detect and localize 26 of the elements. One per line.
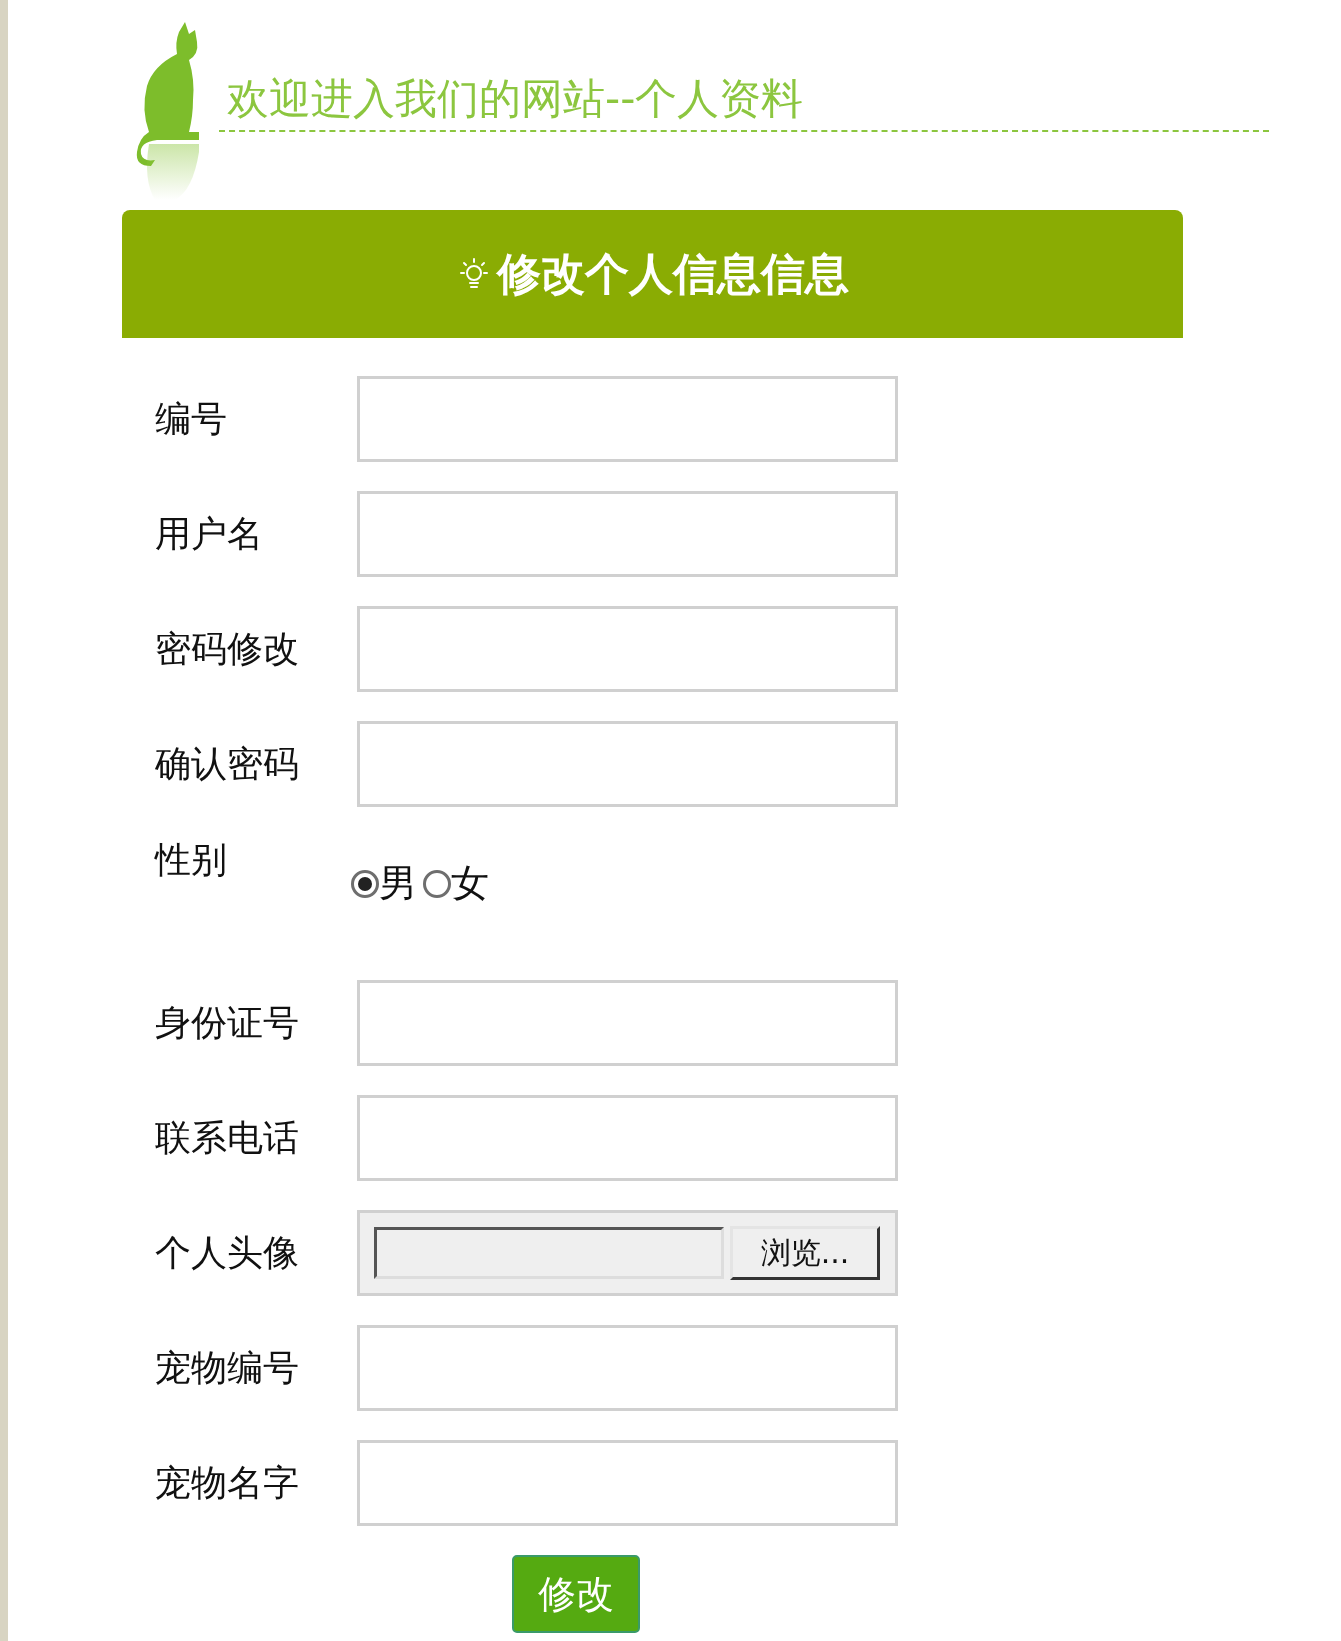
radio-button[interactable] — [423, 869, 451, 898]
browse-button[interactable]: 浏览... — [730, 1226, 880, 1280]
panel-title: 修改个人信息信息 — [496, 246, 849, 301]
file-upload-field[interactable]: 浏览... — [357, 1210, 898, 1296]
input-field[interactable] — [357, 1325, 898, 1411]
page-title: 欢迎进入我们的网站--个人资料 — [227, 73, 805, 125]
input-field[interactable] — [357, 980, 898, 1066]
field-label: 宠物名字 — [155, 1460, 300, 1505]
radio-label: 男 — [379, 860, 417, 907]
input-field[interactable] — [357, 606, 898, 692]
field-label: 个人头像 — [155, 1230, 300, 1275]
input-field[interactable] — [357, 1095, 898, 1181]
input-field[interactable] — [357, 491, 898, 577]
radio-label: 女 — [451, 860, 489, 907]
input-field[interactable] — [357, 376, 898, 462]
input-field[interactable] — [357, 1440, 898, 1526]
field-label: 宠物编号 — [155, 1345, 300, 1390]
radio-button[interactable] — [351, 869, 379, 898]
field-label: 身份证号 — [155, 1000, 300, 1045]
field-label: 联系电话 — [155, 1115, 300, 1160]
input-field[interactable] — [357, 721, 898, 807]
field-label: 用户名 — [155, 511, 264, 556]
field-label: 确认密码 — [155, 741, 300, 786]
field-label: 性别 — [155, 838, 228, 882]
field-label: 密码修改 — [155, 626, 300, 671]
field-label: 编号 — [155, 396, 228, 441]
